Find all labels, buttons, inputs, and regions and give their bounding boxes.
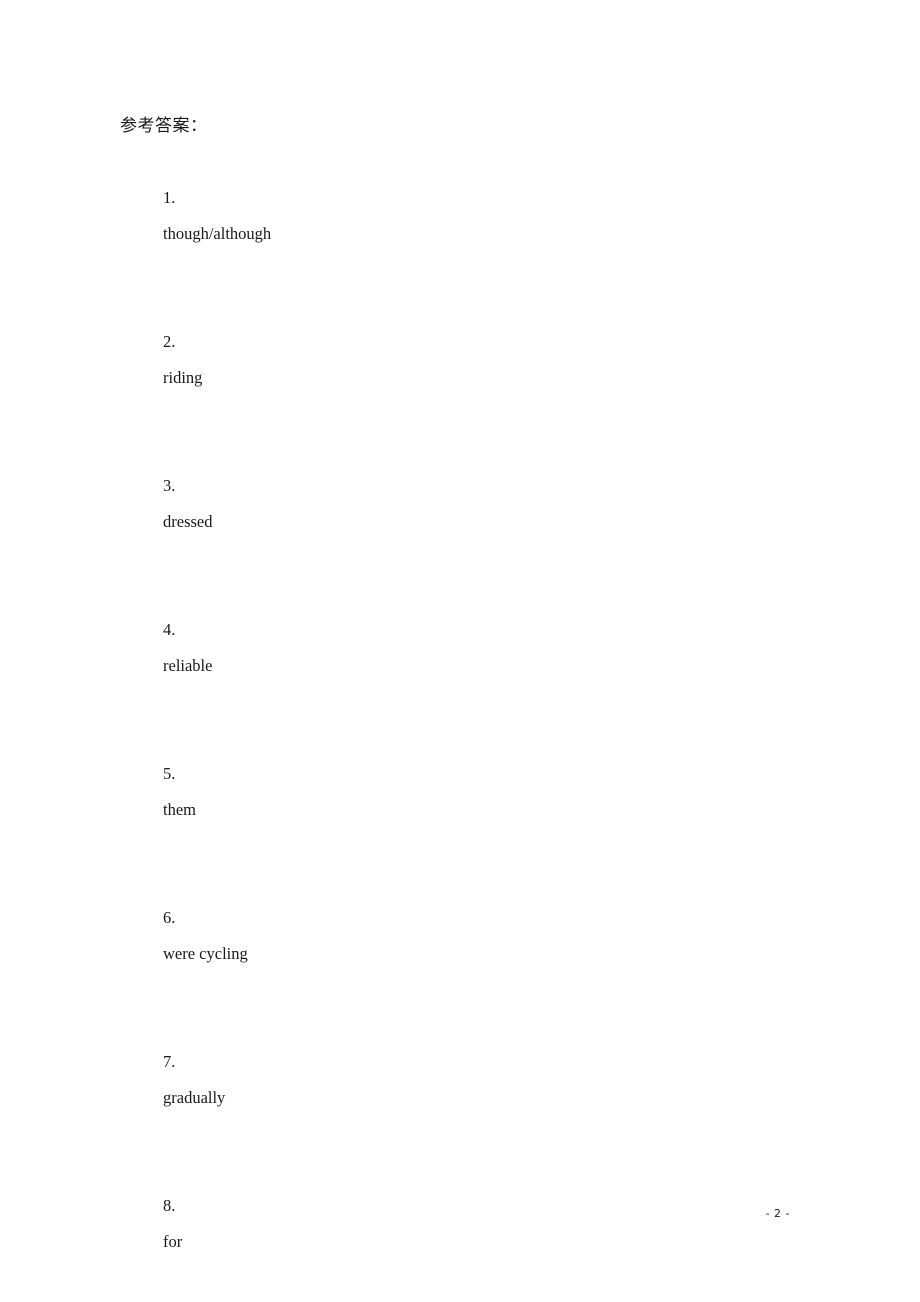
answer-item: 9. awake bbox=[120, 1296, 800, 1302]
answer-text: gradually bbox=[163, 1088, 226, 1107]
answer-text: though/although bbox=[163, 224, 272, 243]
answer-text: riding bbox=[163, 368, 203, 387]
answer-item: 5. them bbox=[120, 720, 800, 864]
answer-text: them bbox=[163, 800, 196, 819]
answer-text: dressed bbox=[163, 512, 213, 531]
answer-item: 8. for bbox=[120, 1152, 800, 1296]
answer-item: 1. though/although bbox=[120, 144, 800, 288]
answer-text: for bbox=[163, 1232, 183, 1251]
answer-item: 2. riding bbox=[120, 288, 800, 432]
answer-number: 6. bbox=[163, 908, 176, 927]
answer-number: 3. bbox=[163, 476, 176, 495]
answer-text: reliable bbox=[163, 656, 213, 675]
answer-item: 3. dressed bbox=[120, 432, 800, 576]
answer-number: 1. bbox=[163, 188, 176, 207]
page-number: - 2 - bbox=[765, 1207, 790, 1220]
answer-number: 4. bbox=[163, 620, 176, 639]
answer-item: 4. reliable bbox=[120, 576, 800, 720]
answer-text: were cycling bbox=[163, 944, 248, 963]
answer-key-section: 参考答案： 1. though/although 2. riding 3. dr… bbox=[120, 108, 800, 1302]
answer-key-heading: 参考答案： bbox=[120, 116, 208, 136]
answer-item: 7. gradually bbox=[120, 1008, 800, 1152]
page-footer: - 2 - bbox=[0, 1204, 920, 1222]
answer-number: 2. bbox=[163, 332, 176, 351]
answer-item: 6. were cycling bbox=[120, 864, 800, 1008]
answer-list: 1. though/although 2. riding 3. dressed … bbox=[120, 144, 800, 1302]
document-page: 参考答案： 1. though/although 2. riding 3. dr… bbox=[0, 0, 920, 1302]
answer-number: 5. bbox=[163, 764, 176, 783]
answer-number: 7. bbox=[163, 1052, 176, 1071]
